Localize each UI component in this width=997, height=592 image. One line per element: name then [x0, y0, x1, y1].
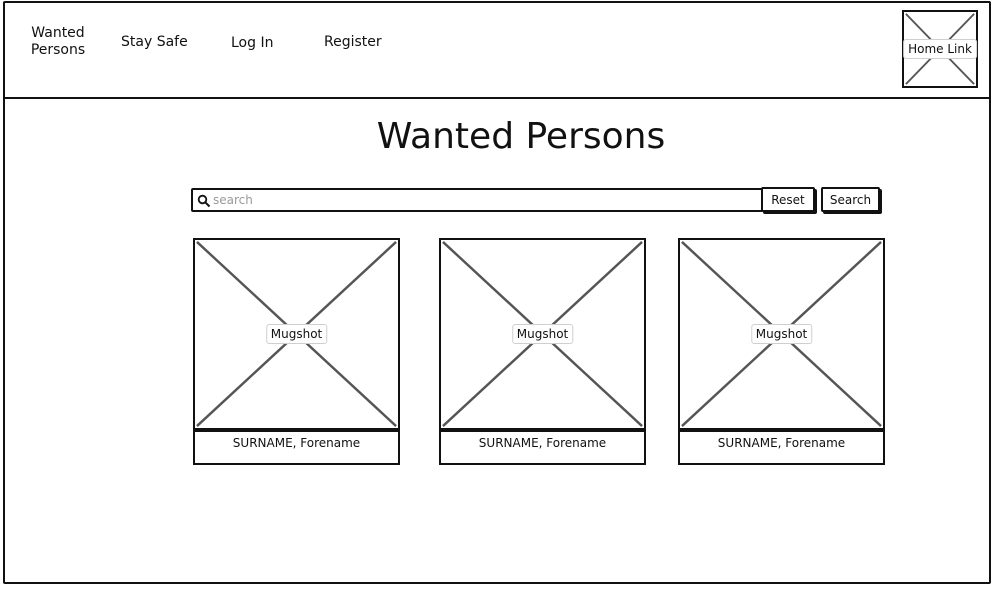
nav-register[interactable]: Register [324, 34, 382, 51]
person-name[interactable]: SURNAME, Forename [678, 430, 885, 465]
person-name[interactable]: SURNAME, Forename [193, 430, 400, 465]
person-name[interactable]: SURNAME, Forename [439, 430, 646, 465]
mugshot-label: Mugshot [750, 324, 813, 344]
nav-stay-safe[interactable]: Stay Safe [121, 34, 188, 51]
search-bar[interactable] [191, 188, 763, 212]
header: Wanted Persons Stay Safe Log In Register [3, 1, 991, 99]
mugshot-image[interactable]: Mugshot [193, 238, 400, 430]
mugshot-label: Mugshot [511, 324, 574, 344]
nav-wanted-persons[interactable]: Wanted Persons [29, 25, 87, 59]
reset-button[interactable]: Reset [761, 187, 815, 212]
mugshot-image[interactable]: Mugshot [439, 238, 646, 430]
home-link-image[interactable]: Home Link [902, 10, 978, 88]
search-button[interactable]: Search [821, 187, 880, 212]
home-link-label: Home Link [903, 39, 977, 59]
search-icon [197, 194, 211, 208]
page-title: Wanted Persons [376, 116, 666, 157]
mugshot-label: Mugshot [265, 324, 328, 344]
nav-log-in[interactable]: Log In [231, 35, 273, 52]
mugshot-image[interactable]: Mugshot [678, 238, 885, 430]
search-input[interactable] [213, 191, 753, 209]
